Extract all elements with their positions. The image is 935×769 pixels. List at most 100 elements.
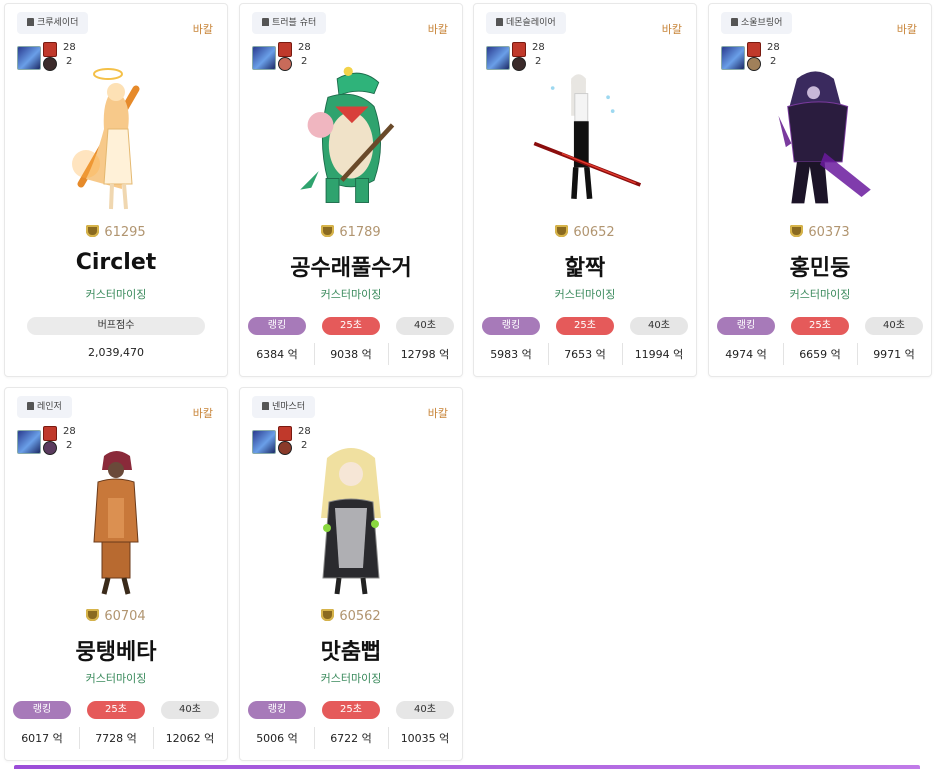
character-card[interactable]: 데몬슬레이어 바칼 28 2 60652 핥짝 커스터마이징 랭킹 5983 억 … [473, 3, 697, 377]
job-label: 크루세이더 [37, 18, 79, 28]
fame-score: 60373 [709, 225, 931, 240]
40s-value: 12798 억 [400, 348, 450, 361]
character-subtitle: 커스터마이징 [85, 672, 147, 685]
character-sprite [760, 54, 880, 219]
fame-score: 60652 [474, 225, 696, 240]
fame-icon [321, 225, 335, 237]
25s-value: 7728 억 [95, 732, 137, 745]
character-sprite [525, 54, 645, 219]
server-label: 바칼 [896, 23, 917, 36]
fame-icon [86, 225, 100, 237]
character-sprite [291, 438, 411, 603]
ranking-badge: 랭킹 [717, 317, 775, 335]
job-label: 데몬슬레이어 [506, 18, 556, 28]
character-card[interactable]: 넨마스터 바칼 28 2 60562 맛춤뻡 커스터마이징 랭킹 5006 억 2… [239, 387, 463, 761]
creature-icon [278, 441, 292, 455]
character-subtitle: 커스터마이징 [85, 288, 147, 301]
server-label: 바칼 [661, 23, 682, 36]
avatar-icon [252, 46, 276, 70]
fame-icon [790, 225, 804, 237]
ranking-badge: 랭킹 [248, 701, 306, 719]
character-subtitle: 커스터마이징 [789, 288, 851, 301]
creature-icon [512, 57, 526, 71]
character-sprite [56, 438, 176, 603]
character-sprite [56, 54, 176, 219]
ranking-badge: 랭킹 [248, 317, 306, 335]
ranking-value: 4974 억 [725, 348, 767, 361]
server-label: 바칼 [427, 407, 448, 420]
character-subtitle: 커스터마이징 [320, 672, 382, 685]
fame-score: 60704 [5, 609, 227, 624]
character-subtitle: 커스터마이징 [554, 288, 616, 301]
job-badge: 소울브링어 [721, 12, 793, 34]
character-name[interactable]: 공수래풀수거 [240, 250, 462, 282]
25s-value: 7653 억 [564, 348, 606, 361]
chess-rook-icon [27, 18, 34, 26]
character-sprite [291, 54, 411, 219]
character-name[interactable]: 맛춤뻡 [240, 634, 462, 666]
next-section-edge [14, 765, 920, 769]
character-subtitle: 커스터마이징 [320, 288, 382, 301]
item-icon [512, 42, 526, 57]
item-level: 28 [767, 42, 780, 53]
character-card[interactable]: 크루세이더 바칼 28 2 61295 Circlet 커스터마이징 버프점수 … [4, 3, 228, 377]
25s-value: 9038 억 [330, 348, 372, 361]
chess-rook-icon [27, 402, 34, 410]
character-name[interactable]: 핥짝 [474, 250, 696, 282]
fame-score: 61295 [5, 225, 227, 240]
creature-icon [747, 57, 761, 71]
avatar-icon [252, 430, 276, 454]
job-badge: 넨마스터 [252, 396, 316, 418]
40s-value: 11994 억 [634, 348, 684, 361]
40s-badge: 40초 [396, 701, 454, 719]
item-level: 28 [298, 42, 311, 53]
ranking-value: 5983 억 [490, 348, 532, 361]
item-icon [747, 42, 761, 57]
25s-badge: 25초 [791, 317, 849, 335]
job-label: 소울브링어 [741, 18, 783, 28]
item-icon [278, 42, 292, 57]
item-icon [43, 42, 57, 57]
item-icon [43, 426, 57, 441]
server-label: 바칼 [192, 23, 213, 36]
40s-badge: 40초 [630, 317, 688, 335]
ranking-value: 6384 억 [256, 348, 298, 361]
25s-value: 6722 억 [330, 732, 372, 745]
character-name[interactable]: 홍민둥 [709, 250, 931, 282]
fame-icon [86, 609, 100, 621]
avatar-icon [721, 46, 745, 70]
ranking-value: 6017 억 [21, 732, 63, 745]
40s-value: 10035 억 [400, 732, 450, 745]
character-name[interactable]: 뭉탱베타 [5, 634, 227, 666]
character-card[interactable]: 레인저 바칼 28 2 60704 뭉탱베타 커스터마이징 랭킹 6017 억 2… [4, 387, 228, 761]
fame-icon [555, 225, 569, 237]
item-level: 28 [298, 426, 311, 437]
25s-badge: 25초 [322, 317, 380, 335]
40s-badge: 40초 [396, 317, 454, 335]
character-card[interactable]: 트러블 슈터 바칼 28 2 61789 공수래풀수거 커스터마이징 랭킹 638… [239, 3, 463, 377]
avatar-icon [17, 430, 41, 454]
job-badge: 트러블 슈터 [252, 12, 327, 34]
40s-badge: 40초 [161, 701, 219, 719]
item-level: 28 [532, 42, 545, 53]
fame-icon [321, 609, 335, 621]
ranking-badge: 랭킹 [13, 701, 71, 719]
buff-score-badge: 버프점수 [27, 317, 205, 335]
40s-value: 9971 억 [873, 348, 915, 361]
server-label: 바칼 [427, 23, 448, 36]
job-badge: 레인저 [17, 396, 72, 418]
25s-badge: 25초 [556, 317, 614, 335]
40s-badge: 40초 [865, 317, 923, 335]
server-label: 바칼 [192, 407, 213, 420]
ranking-badge: 랭킹 [482, 317, 540, 335]
item-level: 28 [63, 42, 76, 53]
character-card[interactable]: 소울브링어 바칼 28 2 60373 홍민둥 커스터마이징 랭킹 4974 억 … [708, 3, 932, 377]
chess-rook-icon [262, 18, 269, 26]
item-icon [278, 426, 292, 441]
character-name[interactable]: Circlet [5, 250, 227, 275]
25s-badge: 25초 [87, 701, 145, 719]
creature-icon [43, 441, 57, 455]
25s-value: 6659 억 [799, 348, 841, 361]
fame-score: 61789 [240, 225, 462, 240]
ranking-value: 5006 억 [256, 732, 298, 745]
